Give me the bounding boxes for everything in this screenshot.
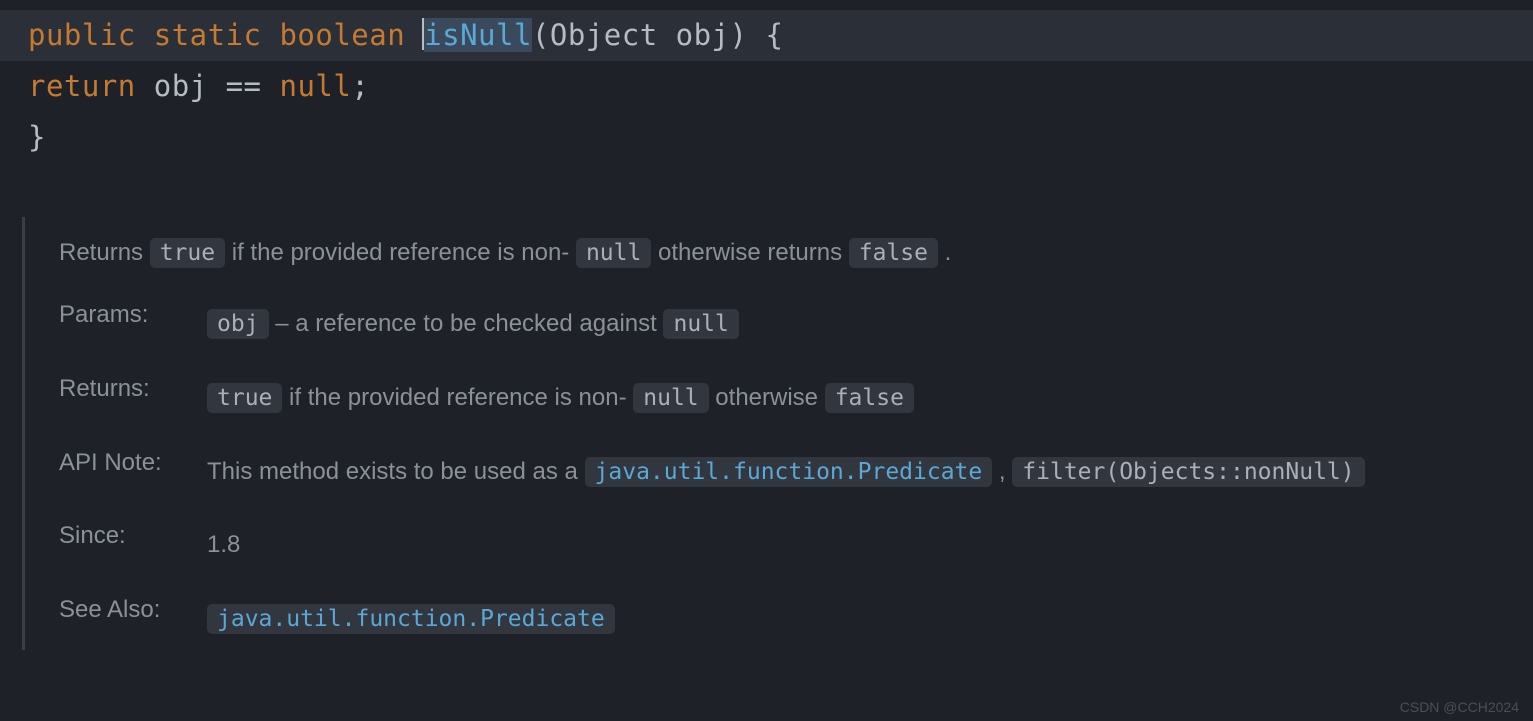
doc-seealso-row: See Also: java.util.function.Predicate xyxy=(59,596,1533,642)
apinote-text: This method exists to be used as a xyxy=(207,458,585,485)
doc-seealso-content: java.util.function.Predicate xyxy=(207,596,1533,642)
code-chip-null: null xyxy=(633,383,708,413)
keyword-static: static xyxy=(154,18,262,52)
doc-returns-content: true if the provided reference is non- n… xyxy=(207,375,1533,421)
doc-params-content: obj – a reference to be checked against … xyxy=(207,301,1533,347)
param-type: Object xyxy=(550,18,658,52)
doc-returns-row: Returns: true if the provided reference … xyxy=(59,375,1533,421)
code-chip-false: false xyxy=(825,383,914,413)
doc-since-row: Since: 1.8 xyxy=(59,522,1533,568)
brace-close: } xyxy=(28,120,46,154)
code-editor[interactable]: public static boolean isNull(Object obj)… xyxy=(0,0,1533,162)
code-chip-true: true xyxy=(150,238,225,268)
code-line-1[interactable]: public static boolean isNull(Object obj)… xyxy=(0,10,1533,61)
param-name: obj xyxy=(676,18,730,52)
returns-text: if the provided reference is non- xyxy=(282,384,633,411)
doc-apinote-row: API Note: This method exists to be used … xyxy=(59,449,1533,495)
code-chip-filter: filter(Objects::nonNull) xyxy=(1012,457,1364,487)
summary-text: Returns xyxy=(59,239,150,266)
paren-open: ( xyxy=(532,18,550,52)
code-line-3[interactable]: } xyxy=(0,112,1533,163)
watermark: CSDN @CCH2024 xyxy=(1400,699,1519,715)
doc-apinote-content: This method exists to be used as a java.… xyxy=(207,449,1533,495)
summary-text: if the provided reference is non- xyxy=(225,239,576,266)
code-chip-false: false xyxy=(849,238,938,268)
code-line-2[interactable]: return obj == null; xyxy=(0,61,1533,112)
keyword-return: return xyxy=(28,69,136,103)
variable-obj: obj xyxy=(154,69,208,103)
code-chip-null: null xyxy=(663,309,738,339)
keyword-public: public xyxy=(28,18,136,52)
operator-eq: == xyxy=(226,69,262,103)
doc-params-row: Params: obj – a reference to be checked … xyxy=(59,301,1533,347)
code-chip-seealso-link[interactable]: java.util.function.Predicate xyxy=(207,604,615,634)
doc-summary: Returns true if the provided reference i… xyxy=(59,235,1533,271)
semicolon: ; xyxy=(351,69,369,103)
doc-since-value: 1.8 xyxy=(207,522,1533,568)
doc-returns-label: Returns: xyxy=(59,375,207,403)
javadoc-panel: Returns true if the provided reference i… xyxy=(22,217,1533,649)
summary-text: . xyxy=(938,239,951,266)
doc-params-label: Params: xyxy=(59,301,207,329)
brace-open: { xyxy=(765,18,783,52)
apinote-sep: , xyxy=(992,458,1012,485)
code-chip-true: true xyxy=(207,383,282,413)
code-chip-obj: obj xyxy=(207,309,269,339)
doc-seealso-label: See Also: xyxy=(59,596,207,624)
keyword-boolean: boolean xyxy=(279,18,405,52)
paren-close: ) xyxy=(730,18,748,52)
doc-since-label: Since: xyxy=(59,522,207,550)
params-desc: – a reference to be checked against xyxy=(269,310,664,337)
code-chip-predicate-link[interactable]: java.util.function.Predicate xyxy=(585,457,993,487)
summary-text: otherwise returns xyxy=(651,239,848,266)
code-chip-null: null xyxy=(576,238,651,268)
keyword-null: null xyxy=(279,69,351,103)
doc-apinote-label: API Note: xyxy=(59,449,207,477)
returns-text: otherwise xyxy=(709,384,825,411)
function-name: isNull xyxy=(424,18,532,52)
